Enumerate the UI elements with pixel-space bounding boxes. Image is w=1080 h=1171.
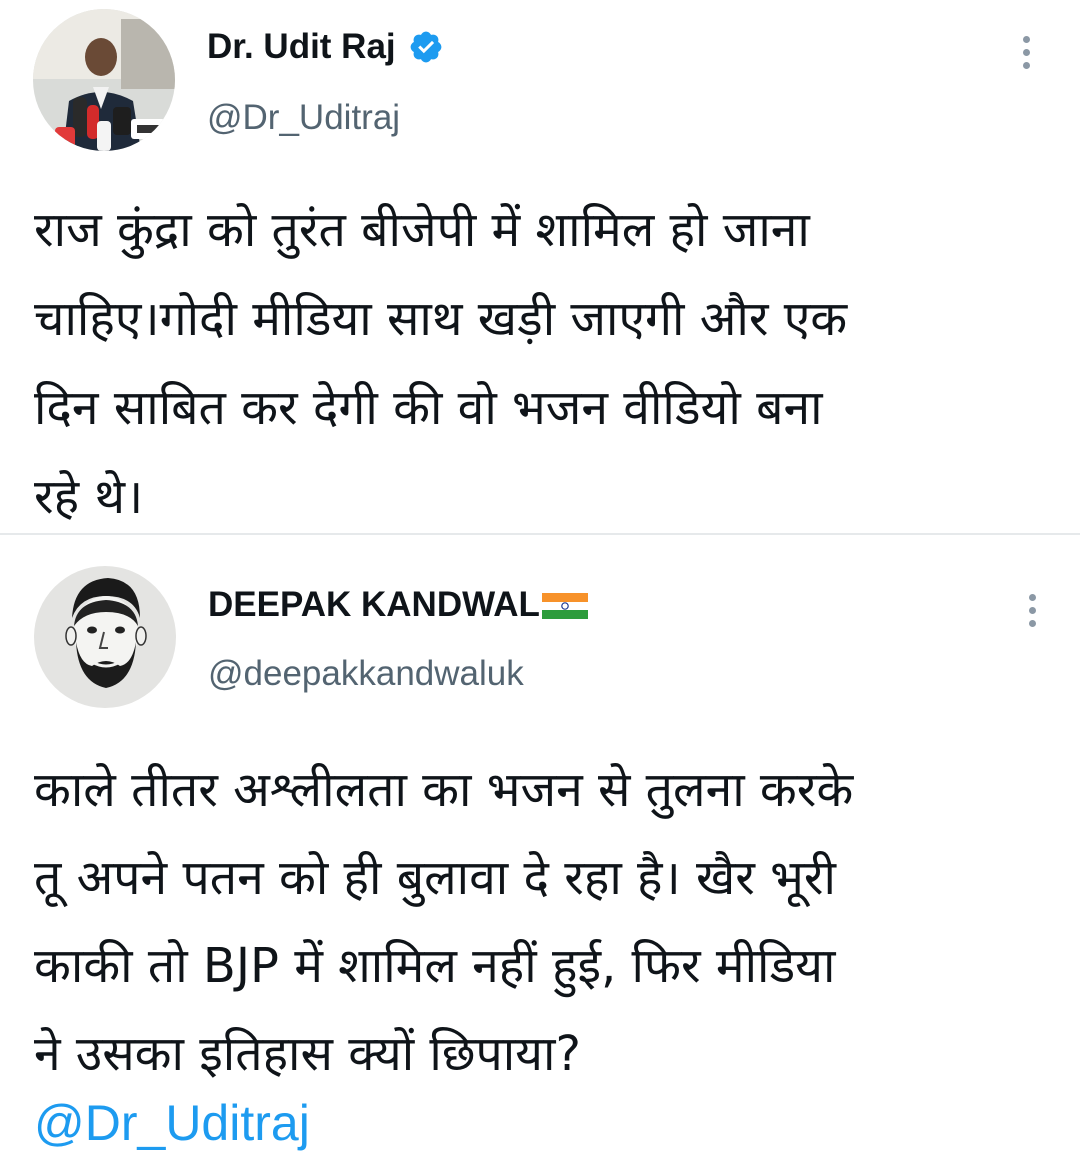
verified-badge-icon (410, 31, 442, 63)
more-options-icon[interactable] (1016, 32, 1036, 72)
mention-link[interactable]: @Dr_Uditraj (34, 1094, 310, 1152)
bearded-man-avatar-icon (34, 566, 176, 708)
profile-photo-icon (33, 9, 175, 151)
display-name-text[interactable]: Dr. Udit Raj (207, 27, 396, 67)
avatar[interactable] (33, 9, 175, 151)
display-name-text[interactable]: DEEPAK KANDWAL (208, 585, 540, 625)
india-flag-icon (541, 593, 588, 619)
user-handle[interactable]: @deepakkandwaluk (208, 654, 524, 694)
tweet-card-2[interactable]: DEEPAK KANDWAL @deepakkandwaluk काले तीत… (0, 536, 1080, 1171)
more-options-icon[interactable] (1022, 590, 1042, 630)
display-name[interactable]: Dr. Udit Raj (207, 27, 444, 67)
tweet-card-1[interactable]: Dr. Udit Raj @Dr_Uditraj राज कुंद्रा को … (0, 0, 1080, 533)
tweet-text: राज कुंद्रा को तुरंत बीजेपी में शामिल हो… (34, 202, 848, 525)
tweet-text: काले तीतर अश्लीलता का भजन से तुलना करके … (34, 762, 854, 1082)
user-handle[interactable]: @Dr_Uditraj (207, 98, 400, 138)
display-name[interactable]: DEEPAK KANDWAL (208, 585, 588, 625)
divider (0, 533, 1080, 535)
avatar[interactable] (34, 566, 176, 708)
